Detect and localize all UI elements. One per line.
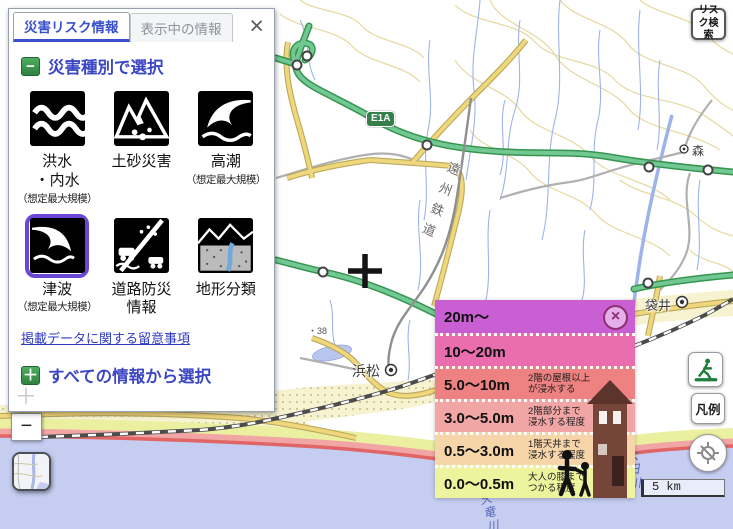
panel-tabbar: 災害リスク情報 表示中の情報 × [9,9,274,42]
disaster-type-tsunami[interactable]: 津波 （想定最大規模） [15,214,99,319]
disaster-type-flood[interactable]: 洪水・内水 （想定最大規模） [15,86,99,206]
map-label-hamamatsu: 浜松 [352,361,380,381]
tab-disaster-risk-info[interactable]: 災害リスク情報 [13,12,130,42]
disaster-type-road-info[interactable]: 道路防災情報 [99,214,183,319]
legend-band-05-3m: 0.5～3.0m 1階天井まで 浸水する程度 [435,432,635,465]
road-disaster-icon [114,218,169,273]
disaster-type-landslide[interactable]: 土砂災害 [99,86,183,206]
map-label-spot-height: ・38 [308,324,327,337]
tsunami-icon [30,218,85,273]
tsunami-depth-legend: 20m～ × 10～20m 5.0～10m 2階の屋根以上 が浸水する 3.0～… [435,300,635,498]
collapse-minus-icon[interactable]: − [21,57,40,76]
risk-search-button[interactable]: リスク検索 [691,8,726,40]
storm-surge-icon [198,91,253,146]
tsunami-selected-border [25,214,89,278]
route-shield-e1a: E1A [366,111,395,127]
legend-band-20m: 20m～ × [435,300,635,333]
zoom-out-button[interactable]: − [11,413,42,441]
legend-band-3-5m: 3.0～5.0m 2階部分まで 浸水する程度 [435,399,635,432]
disaster-info-panel: 災害リスク情報 表示中の情報 × − 災害種別で選択 洪水・内水 （想定最大規模… [8,8,275,412]
minimap-thumbnail [14,454,49,489]
section-select-all-info[interactable]: ＋ すべての情報から選択 [21,363,274,387]
legend-band-0-05m: 0.0～0.5m 大人の膝まで つかる程度 [435,465,635,498]
disaster-type-storm-surge[interactable]: 高潮 （想定最大規模） [184,86,268,206]
evacuation-site-button[interactable] [688,352,723,387]
legend-close-button[interactable]: × [603,305,628,330]
location-off-icon [696,441,720,465]
overview-map-button[interactable] [12,452,51,491]
legend-band-10-20m: 10～20m [435,333,635,366]
map-label-fukuroi: 袋井 [645,295,671,314]
disaster-type-grid: 洪水・内水 （想定最大規模） 土砂災害 高潮 （想定最大規模） [15,86,268,318]
legend-toggle-button[interactable]: 凡例 [691,393,725,424]
map-label-mori: 森 [692,142,704,159]
zoom-in-button[interactable]: ＋ [11,382,41,412]
scale-bar: 5 km [641,479,725,497]
terrain-classification-icon [198,218,253,273]
gps-location-button[interactable] [689,434,727,472]
section-select-by-type[interactable]: − 災害種別で選択 [21,54,274,78]
panel-close-icon[interactable]: × [249,11,264,41]
disaster-type-terrain[interactable]: 地形分類 [184,214,268,319]
tab-displayed-info[interactable]: 表示中の情報 [130,13,233,42]
legend-band-5-10m: 5.0～10m 2階の屋根以上 が浸水する [435,366,635,399]
running-person-icon [693,357,719,383]
flood-icon [30,91,85,146]
landslide-icon [114,91,169,146]
data-notes-link[interactable]: 掲載データに関する留意事項 [21,328,274,347]
hazard-map-app: 森 袋井 浜松 ・38 遠州鉄道 天竜川 太田川 E1A 20m～ × 10～2… [0,0,733,529]
